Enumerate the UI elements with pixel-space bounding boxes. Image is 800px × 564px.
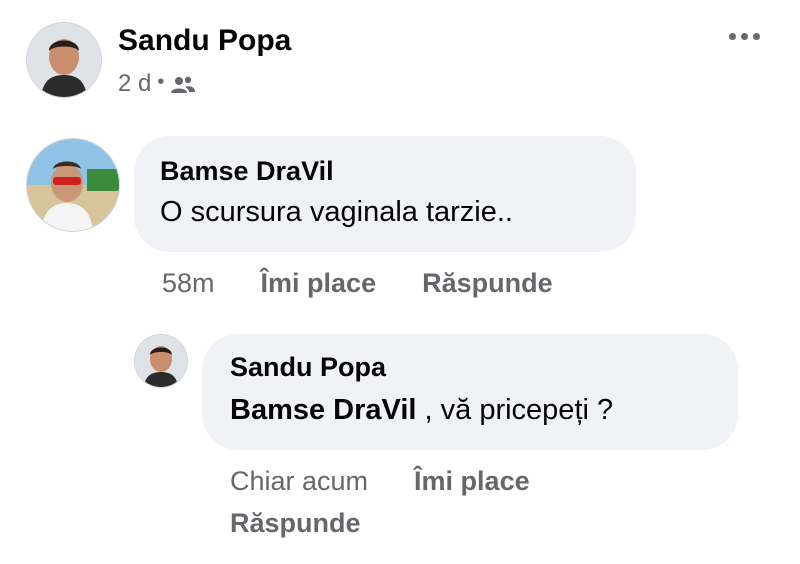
person-avatar-image (27, 23, 101, 97)
reply-button[interactable]: Răspunde (422, 268, 553, 299)
comment-actions: 58m Îmi place Răspunde (162, 268, 553, 299)
reply-time[interactable]: Chiar acum (230, 466, 368, 497)
reply-actions-second-line: Răspunde (230, 508, 361, 539)
comment-bubble: Bamse DraVil O scursura vaginala tarzie.… (134, 136, 636, 252)
post-time[interactable]: 2 d (118, 70, 151, 98)
like-button[interactable]: Îmi place (261, 268, 377, 299)
reply-author-avatar[interactable] (134, 334, 188, 388)
meta-separator: • (157, 70, 165, 93)
commenter-avatar[interactable] (26, 138, 120, 232)
post-header: Sandu Popa 2 d • (0, 0, 800, 110)
reply-like-button[interactable]: Îmi place (414, 466, 530, 497)
comment-time[interactable]: 58m (162, 268, 215, 299)
reply-actions: Chiar acum Îmi place (230, 466, 530, 497)
more-horizontal-icon (728, 32, 760, 40)
reply-reply-button[interactable]: Răspunde (230, 508, 361, 539)
reply-author-name[interactable]: Sandu Popa (230, 352, 386, 383)
more-options-button[interactable] (724, 22, 764, 50)
mention-link[interactable]: Bamse DraVil (230, 394, 416, 426)
reply-bubble: Sandu Popa Bamse DraVil , vă pricepeți ? (202, 334, 738, 450)
reply-text: Bamse DraVil , vă pricepeți ? (230, 394, 613, 427)
person-avatar-image (135, 335, 187, 387)
post-meta: 2 d • (118, 70, 196, 98)
reply-text-body: , vă pricepeți ? (416, 394, 614, 426)
comment-text: O scursura vaginala tarzie.. (160, 196, 513, 228)
person-sunglasses-avatar-image (27, 139, 119, 231)
friends-icon[interactable] (170, 74, 196, 94)
post-author-name[interactable]: Sandu Popa (118, 24, 291, 58)
post-author-avatar[interactable] (26, 22, 102, 98)
comment-author-name[interactable]: Bamse DraVil (160, 156, 334, 187)
